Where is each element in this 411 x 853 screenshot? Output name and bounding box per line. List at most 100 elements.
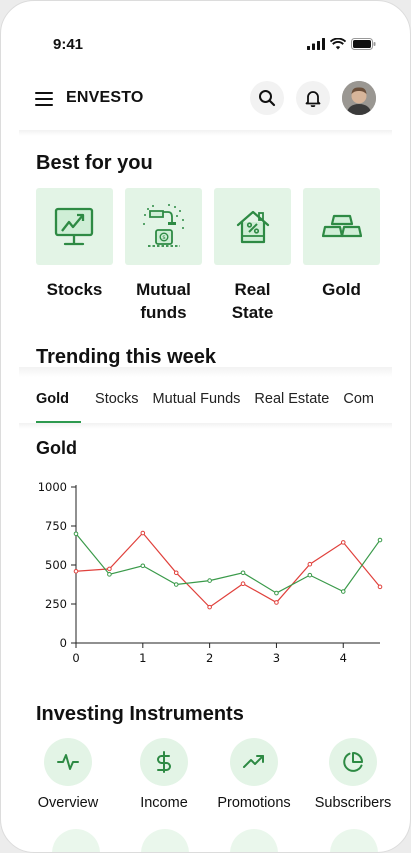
- x-tick-label: 3: [273, 651, 280, 665]
- best-tile-real-estate[interactable]: [214, 188, 291, 265]
- y-tick-label: 0: [60, 636, 67, 650]
- pie-chart-icon: [343, 752, 363, 772]
- data-point-green: [107, 572, 112, 577]
- best-label-stocks: Stocks: [46, 280, 103, 299]
- x-tick-label: 4: [340, 651, 347, 665]
- x-tick-label: 0: [72, 651, 79, 665]
- best-label-gold: Gold: [322, 280, 361, 299]
- instrument-promotions-badge[interactable]: [230, 738, 278, 786]
- data-point-green: [307, 572, 313, 578]
- status-time: 9:41: [53, 35, 84, 53]
- search-icon: [259, 90, 276, 107]
- y-tick-label: 1000: [38, 480, 67, 494]
- data-point-red: [173, 570, 179, 576]
- mutual-funds-icon: $: [142, 203, 184, 247]
- instrument-subscribers[interactable]: Subscribers: [306, 738, 400, 811]
- data-point-red: [140, 530, 146, 536]
- tab-commodities[interactable]: Com: [343, 381, 374, 423]
- trending-tabs: Gold Stocks Mutual Funds Real Estate Com: [36, 381, 410, 423]
- instrument-subscribers-badge[interactable]: [329, 738, 377, 786]
- user-photo-icon: [342, 81, 376, 115]
- activity-pulse-icon: [57, 754, 79, 770]
- data-point-green: [73, 531, 79, 537]
- data-point-green: [207, 578, 212, 583]
- best-tile-mutual-funds[interactable]: $: [125, 188, 202, 265]
- data-point-red: [207, 604, 212, 610]
- next-row-peek: [230, 829, 278, 852]
- data-point-red: [73, 568, 79, 574]
- instrument-label-promotions: Promotions: [217, 795, 291, 811]
- wifi-icon: [330, 38, 346, 50]
- status-icons: [307, 38, 376, 50]
- x-tick-label: 2: [206, 651, 213, 665]
- instrument-overview[interactable]: Overview: [28, 738, 108, 811]
- y-tick-label: 750: [45, 519, 67, 533]
- trending-divider: [19, 367, 392, 377]
- app-brand: ENVESTO: [66, 89, 144, 106]
- tab-real-estate[interactable]: Real Estate: [254, 381, 329, 423]
- stocks-chart-icon: [54, 207, 93, 245]
- tabs-divider: [19, 423, 392, 429]
- y-tick-label: 250: [45, 597, 67, 611]
- chart-title: Gold: [36, 438, 77, 458]
- instrument-label-overview: Overview: [37, 795, 99, 811]
- tab-stocks[interactable]: Stocks: [95, 381, 139, 423]
- avatar[interactable]: [342, 81, 376, 115]
- tab-mutual-funds[interactable]: Mutual Funds: [153, 381, 241, 423]
- header-divider: [19, 130, 392, 136]
- data-point-green: [377, 537, 383, 543]
- dollar-sign-icon: [157, 751, 171, 773]
- phone-screen: 9:41 ENVESTO Best for you Stocks $ Mutua…: [0, 0, 411, 853]
- best-card-real-estate[interactable]: Real State: [214, 188, 291, 324]
- instruments-title: Investing Instruments: [36, 703, 244, 725]
- next-row-peek: [52, 829, 100, 852]
- data-point-green: [140, 563, 146, 569]
- status-bar: 9:41: [53, 35, 376, 53]
- cellular-signal-icon: [307, 38, 325, 50]
- best-tile-gold[interactable]: [303, 188, 380, 265]
- gold-bars-icon: [321, 214, 362, 237]
- instrument-label-subscribers: Subscribers: [314, 795, 392, 811]
- x-tick-label: 1: [139, 651, 146, 665]
- instrument-income[interactable]: Income: [124, 738, 204, 811]
- data-point-green: [274, 590, 279, 596]
- best-for-you-grid: Stocks $ Mutual funds Real State Gold: [36, 188, 380, 324]
- best-tile-stocks[interactable]: [36, 188, 113, 265]
- instrument-promotions[interactable]: Promotions: [209, 738, 299, 811]
- real-estate-house-icon: [236, 210, 269, 243]
- y-tick-label: 500: [45, 558, 67, 572]
- data-point-red: [307, 561, 313, 567]
- data-point-red: [274, 600, 279, 605]
- best-card-stocks[interactable]: Stocks: [36, 188, 113, 324]
- data-point-red: [377, 584, 383, 590]
- notifications-button[interactable]: [296, 81, 330, 115]
- trending-up-icon: [243, 755, 264, 768]
- best-label-real-estate: Real State: [231, 280, 274, 322]
- series-line-green: [75, 533, 381, 594]
- data-point-green: [240, 570, 246, 576]
- instrument-income-badge[interactable]: [140, 738, 188, 786]
- next-row-peek: [141, 829, 189, 852]
- series-line-red: [75, 532, 381, 608]
- tab-gold[interactable]: Gold: [36, 381, 82, 423]
- bell-icon: [305, 91, 321, 107]
- svg-text:$: $: [162, 235, 166, 241]
- trend-line-chart: 0 250 500 750 1000 0 1 2 3 4: [38, 480, 383, 665]
- best-card-mutual-funds[interactable]: $ Mutual funds: [125, 188, 202, 324]
- battery-icon: [351, 38, 376, 50]
- best-label-mutual-funds: Mutual funds: [136, 280, 191, 322]
- trending-title: Trending this week: [36, 346, 217, 368]
- next-row-peek: [330, 829, 378, 852]
- instrument-overview-badge[interactable]: [44, 738, 92, 786]
- data-point-green: [173, 582, 179, 587]
- instrument-label-income: Income: [140, 795, 188, 811]
- best-card-gold[interactable]: Gold: [303, 188, 380, 324]
- data-point-green: [340, 589, 346, 594]
- data-point-red: [340, 540, 346, 545]
- app-header: ENVESTO: [35, 80, 376, 116]
- search-button[interactable]: [250, 81, 284, 115]
- data-point-red: [240, 581, 246, 587]
- best-for-you-title: Best for you: [36, 152, 153, 174]
- data-point-red: [107, 566, 112, 572]
- menu-icon[interactable]: [35, 92, 53, 106]
